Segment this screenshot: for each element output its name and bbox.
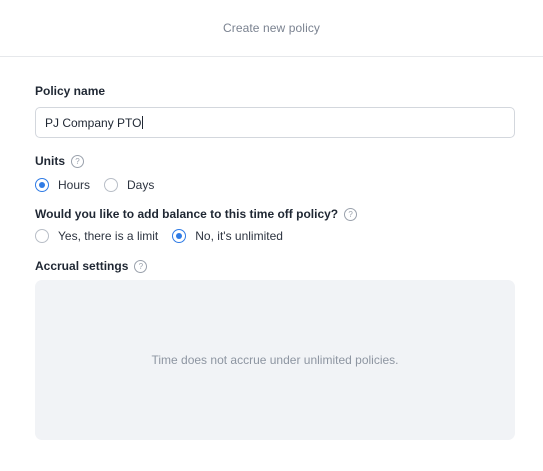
units-option-days-label: Days bbox=[127, 178, 155, 192]
accrual-settings-label: Accrual settings ? bbox=[35, 259, 148, 273]
radio-selected-icon[interactable] bbox=[172, 229, 187, 243]
units-label: Units ? bbox=[35, 154, 84, 168]
balance-radio-group: Yes, there is a limit No, it's unlimited bbox=[35, 229, 297, 243]
policy-name-input[interactable]: PJ Company PTO bbox=[35, 107, 515, 138]
radio-unselected-icon[interactable] bbox=[104, 178, 119, 192]
balance-option-limit[interactable]: Yes, there is a limit bbox=[35, 229, 158, 243]
balance-option-unlimited-label: No, it's unlimited bbox=[195, 229, 283, 243]
page-title: Create new policy bbox=[222, 21, 321, 35]
balance-option-unlimited[interactable]: No, it's unlimited bbox=[172, 229, 283, 243]
text-caret bbox=[142, 116, 144, 129]
balance-question-label: Would you like to add balance to this ti… bbox=[35, 207, 358, 221]
accrual-settings-label-text: Accrual settings bbox=[35, 259, 129, 273]
radio-selected-icon[interactable] bbox=[35, 178, 49, 192]
balance-help-icon[interactable]: ? bbox=[344, 207, 358, 221]
units-option-hours[interactable]: Hours bbox=[35, 178, 90, 192]
balance-option-limit-label: Yes, there is a limit bbox=[58, 229, 159, 243]
accrual-help-icon[interactable]: ? bbox=[134, 259, 148, 273]
units-option-hours-label: Hours bbox=[58, 178, 91, 192]
dialog-header: Create new policy bbox=[0, 0, 543, 57]
units-label-text: Units bbox=[35, 154, 65, 168]
units-help-icon[interactable]: ? bbox=[71, 154, 84, 168]
radio-unselected-icon[interactable] bbox=[35, 229, 49, 243]
units-option-days[interactable]: Days bbox=[104, 178, 154, 192]
balance-question-text: Would you like to add balance to this ti… bbox=[35, 207, 339, 221]
accrual-settings-panel: Time does not accrue under unlimited pol… bbox=[35, 280, 515, 440]
units-radio-group: Hours Days bbox=[35, 178, 168, 192]
policy-name-label: Policy name bbox=[35, 84, 105, 98]
policy-name-label-text: Policy name bbox=[35, 84, 106, 98]
accrual-empty-message: Time does not accrue under unlimited pol… bbox=[151, 353, 399, 367]
policy-name-value: PJ Company PTO bbox=[45, 115, 142, 130]
